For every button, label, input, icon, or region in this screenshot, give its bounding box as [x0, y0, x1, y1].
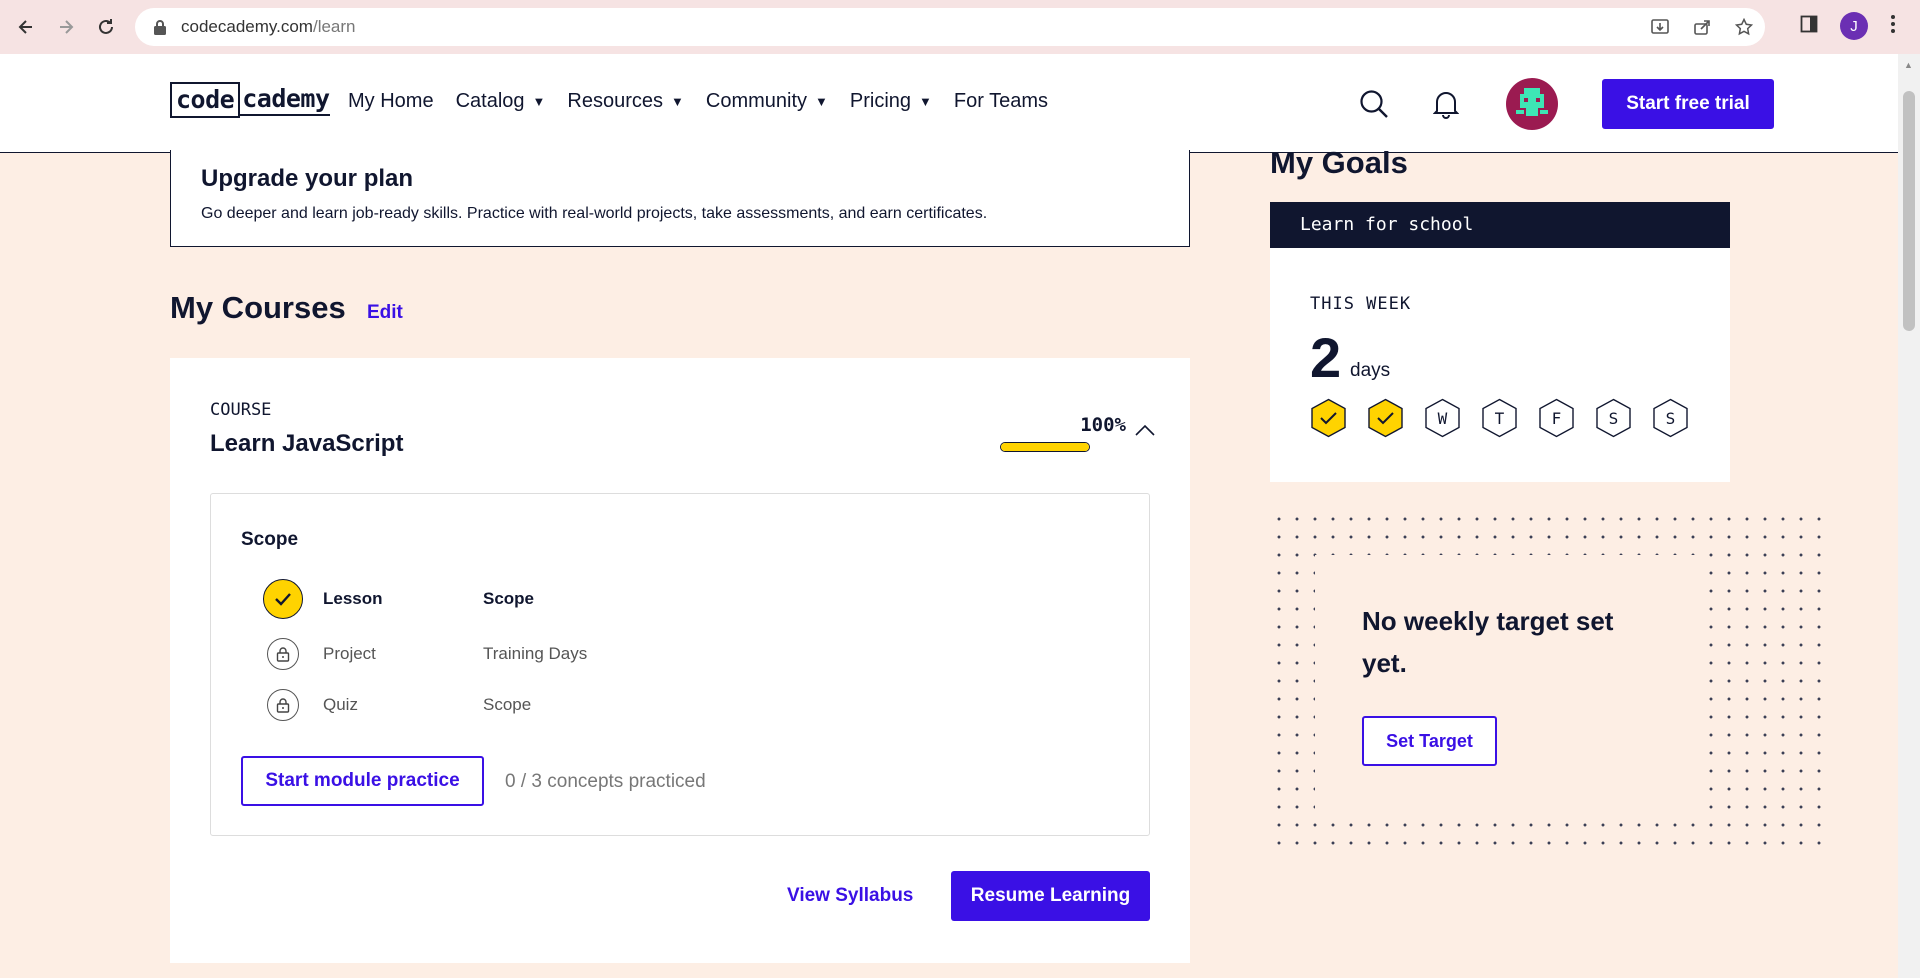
goal-name: Learn for school — [1270, 202, 1730, 248]
notification-bell-icon[interactable] — [1426, 84, 1466, 124]
module-title: Scope — [241, 529, 299, 550]
share-icon[interactable] — [1691, 16, 1713, 38]
day-label: F — [1551, 408, 1562, 428]
back-icon[interactable] — [6, 7, 46, 47]
module-item-quiz[interactable]: Quiz Scope — [263, 685, 1063, 725]
url-path: /learn — [312, 17, 356, 36]
day-hex: S — [1595, 398, 1632, 438]
course-progress-fill — [1001, 443, 1089, 451]
day-label: S — [1665, 408, 1676, 428]
module-item-type: Project — [323, 644, 376, 663]
lock-icon — [267, 638, 299, 670]
bookmark-star-icon[interactable] — [1733, 16, 1755, 38]
course-name[interactable]: Learn JavaScript — [210, 430, 403, 458]
concepts-practiced-count: 0 / 3 concepts practiced — [505, 771, 706, 792]
my-goals-title: My Goals — [1270, 145, 1408, 180]
nav-label: Community — [705, 90, 808, 112]
day-hex: F — [1538, 398, 1575, 438]
day-complete-hex — [1310, 398, 1347, 438]
address-bar[interactable]: codecademy.com/learn — [135, 8, 1765, 46]
nav-label: For Teams — [953, 90, 1049, 112]
chevron-up-icon[interactable] — [1130, 416, 1160, 446]
nav-for-teams[interactable]: For Teams — [954, 90, 1048, 113]
weekly-target-panel: No weekly target set yet. Set Target — [1270, 510, 1832, 855]
day-complete-hex — [1367, 398, 1404, 438]
upgrade-title: Upgrade your plan — [201, 165, 414, 192]
lock-icon — [267, 689, 299, 721]
logo-cademy-part: cademy — [240, 84, 330, 116]
set-target-button[interactable]: Set Target — [1362, 716, 1497, 766]
resume-learning-button[interactable]: Resume Learning — [951, 871, 1150, 921]
my-courses-title: My Courses — [170, 290, 346, 325]
check-icon — [263, 579, 303, 619]
upgrade-description: Go deeper and learn job-ready skills. Pr… — [201, 205, 988, 222]
site-header: code cademy My Home Catalog ▼ Resources ▼ C… — [0, 54, 1898, 153]
no-target-message: No weekly target set yet. — [1362, 606, 1614, 678]
profile-avatar[interactable]: J — [1840, 12, 1868, 40]
caret-down-icon: ▼ — [671, 94, 684, 109]
this-week-label: THIS WEEK — [1310, 294, 1412, 314]
day-label: W — [1437, 408, 1448, 428]
weekly-goal-card: Learn for school THIS WEEK 2 days W T F S S — [1270, 202, 1730, 482]
edit-courses-link[interactable]: Edit — [367, 302, 403, 324]
nav-label: Pricing — [849, 90, 912, 112]
upgrade-plan-banner: Upgrade your plan Go deeper and learn jo… — [170, 150, 1190, 247]
day-hex: W — [1424, 398, 1461, 438]
url-domain: codecademy.com — [181, 17, 313, 36]
scroll-thumb[interactable] — [1903, 91, 1915, 331]
caret-down-icon: ▼ — [532, 94, 546, 109]
module-item-lesson[interactable]: Lesson Scope — [263, 579, 1063, 619]
module-item-name: Scope — [483, 695, 532, 714]
reload-icon[interactable] — [86, 7, 126, 47]
nav-catalog[interactable]: Catalog ▼ — [456, 90, 546, 113]
module-panel: Scope Lesson Scope Project Training Days… — [210, 493, 1150, 836]
module-item-type: Lesson — [323, 589, 383, 608]
side-panel-icon[interactable] — [1800, 15, 1818, 38]
caret-down-icon: ▼ — [815, 94, 828, 109]
module-item-project[interactable]: Project Training Days — [263, 634, 1063, 674]
week-day-tracker: WTFSS — [1310, 398, 1689, 438]
logo-code-part: code — [170, 82, 241, 118]
module-item-name: Training Days — [483, 644, 588, 663]
nav-label: Catalog — [455, 90, 525, 112]
nav-resources[interactable]: Resources ▼ — [567, 90, 683, 113]
day-label: T — [1494, 408, 1505, 428]
scroll-up-icon[interactable]: ▲ — [1904, 60, 1913, 70]
nav-label: My Home — [348, 90, 434, 112]
lock-icon — [154, 20, 166, 35]
nav-my-home[interactable]: My Home — [348, 90, 434, 113]
day-hex: S — [1652, 398, 1689, 438]
course-progress-bar — [1000, 442, 1090, 452]
day-label: S — [1608, 408, 1619, 428]
course-progress-label: 100% — [1080, 414, 1126, 436]
user-avatar[interactable] — [1506, 78, 1558, 130]
course-card: COURSE Learn JavaScript 100% Scope Lesso… — [170, 358, 1190, 963]
start-module-practice-button[interactable]: Start module practice — [241, 756, 484, 806]
search-icon[interactable] — [1354, 84, 1394, 124]
nav-community[interactable]: Community ▼ — [706, 90, 828, 113]
main-nav: My Home Catalog ▼ Resources ▼ Community ▼ P… — [348, 90, 1048, 113]
browser-toolbar: codecademy.com/learn J — [0, 0, 1920, 54]
days-count: 2 — [1310, 326, 1342, 389]
caret-down-icon: ▼ — [919, 94, 932, 109]
view-syllabus-link[interactable]: View Syllabus — [787, 885, 913, 907]
forward-icon[interactable] — [46, 7, 86, 47]
nav-label: Resources — [567, 90, 663, 112]
install-icon[interactable] — [1649, 16, 1671, 38]
nav-pricing[interactable]: Pricing ▼ — [850, 90, 932, 113]
codecademy-logo[interactable]: code cademy — [170, 82, 330, 118]
day-hex: T — [1481, 398, 1518, 438]
more-menu-icon[interactable] — [1890, 14, 1896, 39]
start-free-trial-button[interactable]: Start free trial — [1602, 79, 1774, 129]
page-scrollbar[interactable]: ▲ — [1898, 54, 1920, 978]
module-item-name: Scope — [483, 589, 535, 608]
module-item-type: Quiz — [323, 695, 358, 714]
course-kicker: COURSE — [210, 400, 272, 420]
days-unit: days — [1350, 360, 1391, 381]
